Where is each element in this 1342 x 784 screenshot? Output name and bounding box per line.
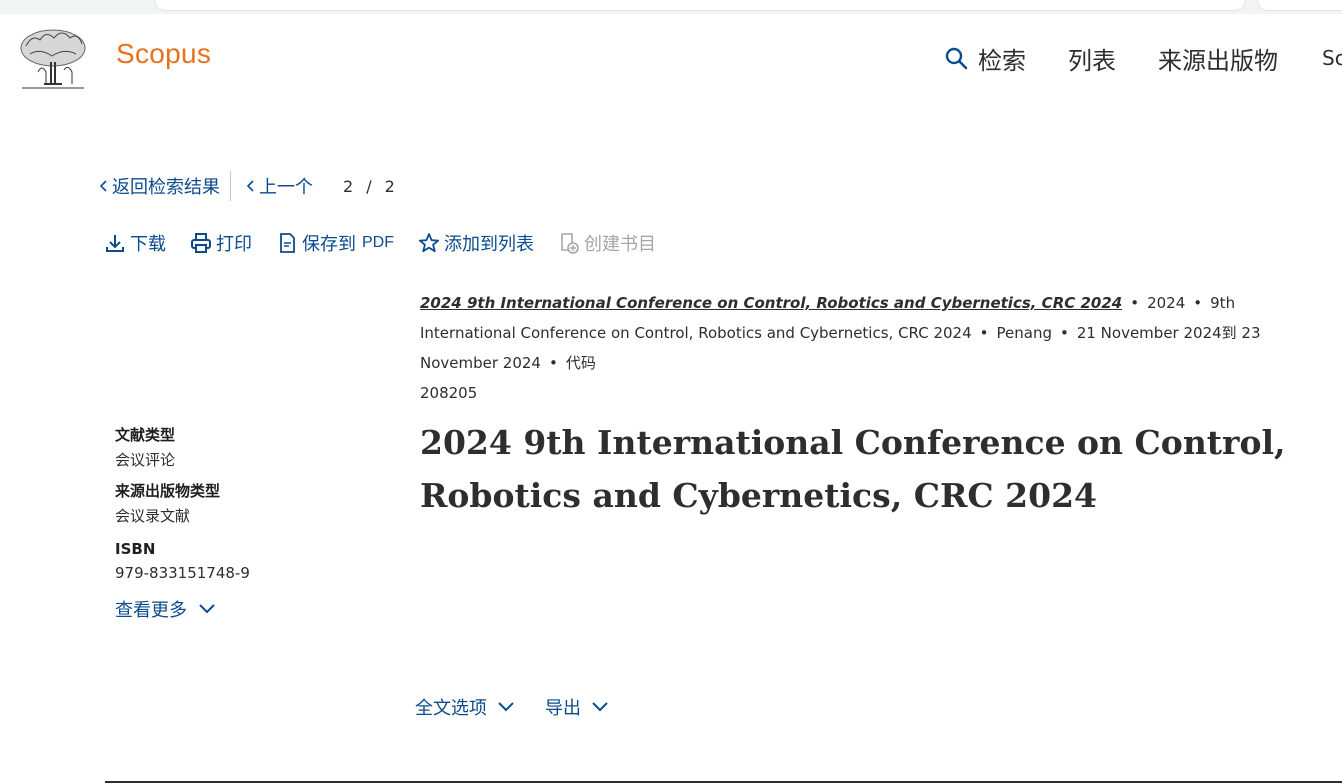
pager-current: 2	[343, 176, 355, 196]
chevron-down-icon	[592, 702, 608, 712]
source-year: 2024	[1147, 294, 1186, 312]
download-label: 下载	[130, 234, 166, 255]
conference-code-label: 代码	[565, 354, 596, 372]
isbn-label: ISBN	[115, 540, 156, 558]
previous-link[interactable]: 上一个	[245, 173, 313, 199]
source-info: 2024 9th International Conference on Con…	[420, 288, 1324, 408]
full-text-options-label: 全文选项	[415, 698, 487, 719]
section-divider	[105, 781, 1342, 783]
back-to-results-link[interactable]: 返回检索结果	[98, 173, 220, 199]
chevron-left-icon	[246, 180, 254, 192]
nav-search[interactable]: 检索	[944, 40, 1026, 76]
separator-dot: •	[548, 354, 558, 372]
print-label: 打印	[216, 234, 252, 255]
source-type-label: 来源出版物类型	[115, 482, 221, 500]
source-title-link[interactable]: 2024 9th International Conference on Con…	[420, 294, 1122, 312]
search-icon	[945, 47, 968, 70]
results-navigation: 返回检索结果 上一个 2 / 2	[98, 171, 402, 201]
previous-label: 上一个	[259, 177, 313, 198]
pager-slash: /	[366, 176, 373, 196]
show-more-label: 查看更多	[115, 600, 187, 621]
star-icon	[418, 233, 440, 253]
add-to-list-button[interactable]: 添加到列表	[418, 230, 534, 256]
document-type-label: 文献类型	[115, 426, 176, 444]
document-actions: 全文选项 导出	[415, 694, 639, 720]
browser-tab-strip	[0, 0, 1342, 14]
separator-dot: •	[979, 324, 989, 342]
nav-search-label: 检索	[978, 46, 1026, 75]
printer-icon	[191, 233, 211, 253]
source-type-value: 会议录文献	[115, 507, 191, 525]
result-pager: 2 / 2	[337, 177, 402, 196]
pdf-file-icon	[280, 233, 295, 253]
save-to-pdf-button[interactable]: 保存到 PDF	[276, 230, 394, 256]
divider	[230, 171, 231, 201]
download-button[interactable]: 下载	[104, 230, 166, 256]
separator-dot: •	[1193, 294, 1203, 312]
separator-dot: •	[1130, 294, 1140, 312]
chevron-left-icon	[99, 180, 107, 192]
document-type-value: 会议评论	[115, 451, 176, 469]
separator-dot: •	[1059, 324, 1069, 342]
pager-total: 2	[384, 176, 396, 196]
nav-lists[interactable]: 列表	[1068, 40, 1116, 76]
document-title: 2024 9th International Conference on Con…	[420, 423, 1286, 515]
document-metadata: 文献类型 会议评论 来源出版物类型 会议录文献 ISBN 979-8331517…	[115, 424, 375, 622]
nav-more[interactable]: Sc	[1322, 40, 1342, 76]
chevron-down-icon	[498, 702, 514, 712]
browser-tab[interactable]	[1258, 0, 1342, 10]
show-more-button[interactable]: 查看更多	[115, 596, 375, 622]
export-dropdown[interactable]: 导出	[545, 694, 609, 720]
isbn-value: 979-833151748-9	[115, 564, 250, 582]
save-to-pdf-suffix: PDF	[362, 234, 394, 251]
conference-code: 208205	[420, 384, 478, 402]
download-icon	[106, 235, 124, 252]
back-to-results-label: 返回检索结果	[112, 177, 220, 198]
export-label: 导出	[545, 698, 581, 719]
save-to-pdf-label: 保存到	[302, 234, 356, 255]
full-text-options-dropdown[interactable]: 全文选项	[415, 694, 515, 720]
conference-location: Penang	[996, 324, 1052, 342]
add-to-list-label: 添加到列表	[444, 234, 534, 255]
chevron-down-icon	[199, 604, 215, 614]
nav-sources[interactable]: 来源出版物	[1158, 40, 1278, 76]
bibliography-icon	[561, 233, 579, 254]
elsevier-tree-icon	[20, 29, 86, 89]
document-toolbar: 下载 打印 保存到 PDF 添加到列表 创建书目	[104, 230, 680, 256]
scopus-brand[interactable]: Scopus	[116, 38, 211, 70]
address-bar[interactable]	[155, 0, 1245, 10]
create-bibliography-label: 创建书目	[584, 234, 656, 255]
create-bibliography-button[interactable]: 创建书目	[558, 230, 656, 256]
print-button[interactable]: 打印	[190, 230, 252, 256]
elsevier-logo[interactable]	[18, 26, 88, 90]
